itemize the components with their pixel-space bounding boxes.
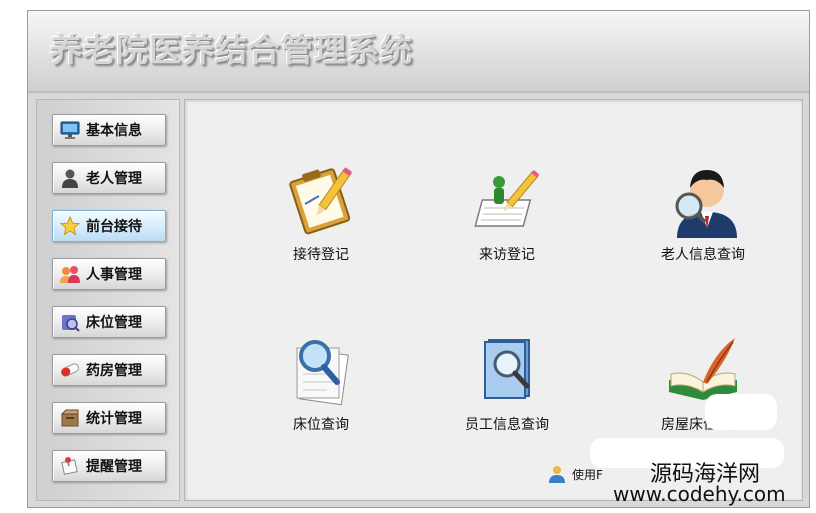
- tile-label: 床位查询: [293, 417, 349, 433]
- tile-room-bed-overview[interactable]: 房屋床位一览: [623, 330, 783, 450]
- sidebar-item-label: 前台接待: [86, 219, 142, 235]
- title-bar: 养老院医养结合管理系统: [28, 11, 809, 93]
- app-title: 养老院医养结合管理系统: [50, 31, 414, 69]
- tile-reception-register[interactable]: 接待登记: [241, 160, 401, 280]
- sidebar-item-pharmacy-management[interactable]: 药房管理: [52, 354, 166, 386]
- pin-icon: [59, 455, 81, 477]
- tile-visitor-register[interactable]: 来访登记: [427, 160, 587, 280]
- monitor-icon: [59, 119, 81, 141]
- sidebar-item-label: 人事管理: [86, 267, 142, 283]
- user-icon: [549, 466, 565, 483]
- notebook-pencil-icon: [474, 169, 540, 227]
- clipboard-pencil-icon: [289, 167, 353, 235]
- sidebar-item-label: 统计管理: [86, 411, 142, 427]
- status-text: 使用F: [572, 467, 603, 482]
- pill-icon: [59, 359, 81, 381]
- book-magnifier-icon: [484, 339, 530, 399]
- tile-label: 老人信息查询: [661, 247, 745, 263]
- people-icon: [59, 263, 81, 285]
- tile-label: 员工信息查询: [465, 417, 549, 433]
- star-icon: [59, 215, 81, 237]
- document-magnifier-icon: [296, 340, 349, 406]
- tile-elder-info-query[interactable]: 老人信息查询: [623, 160, 783, 280]
- status-bar: 使用F: [548, 465, 603, 483]
- sidebar-item-hr-management[interactable]: 人事管理: [52, 258, 166, 290]
- sidebar-item-label: 药房管理: [86, 363, 142, 379]
- box-icon: [59, 407, 81, 429]
- sidebar-item-elder-management[interactable]: 老人管理: [52, 162, 166, 194]
- sidebar-item-reminder-management[interactable]: 提醒管理: [52, 450, 166, 482]
- tile-staff-info-query[interactable]: 员工信息查询: [427, 330, 587, 450]
- app-window: 养老院医养结合管理系统 基本信息 老人管理 前台接待 人事管理 床位管理 药房管…: [27, 10, 810, 508]
- watermark-url: www.codehy.com: [613, 482, 786, 506]
- sidebar-item-label: 提醒管理: [86, 459, 142, 475]
- sidebar-item-reception[interactable]: 前台接待: [52, 210, 166, 242]
- sidebar-item-bed-management[interactable]: 床位管理: [52, 306, 166, 338]
- person-icon: [59, 167, 81, 189]
- tile-bed-query[interactable]: 床位查询: [241, 330, 401, 450]
- sidebar-item-label: 老人管理: [86, 171, 142, 187]
- tile-label: 来访登记: [479, 247, 535, 263]
- sidebar-item-statistics-management[interactable]: 统计管理: [52, 402, 166, 434]
- user-magnifier-icon: [675, 170, 737, 238]
- sidebar: 基本信息 老人管理 前台接待 人事管理 床位管理 药房管理 统计管理 提醒管理: [36, 99, 180, 501]
- sidebar-item-label: 床位管理: [86, 315, 142, 331]
- tile-label: 接待登记: [293, 247, 349, 263]
- bed-icon: [59, 311, 81, 333]
- redaction-patch: [705, 394, 777, 430]
- sidebar-item-basic-info[interactable]: 基本信息: [52, 114, 166, 146]
- sidebar-item-label: 基本信息: [86, 123, 142, 139]
